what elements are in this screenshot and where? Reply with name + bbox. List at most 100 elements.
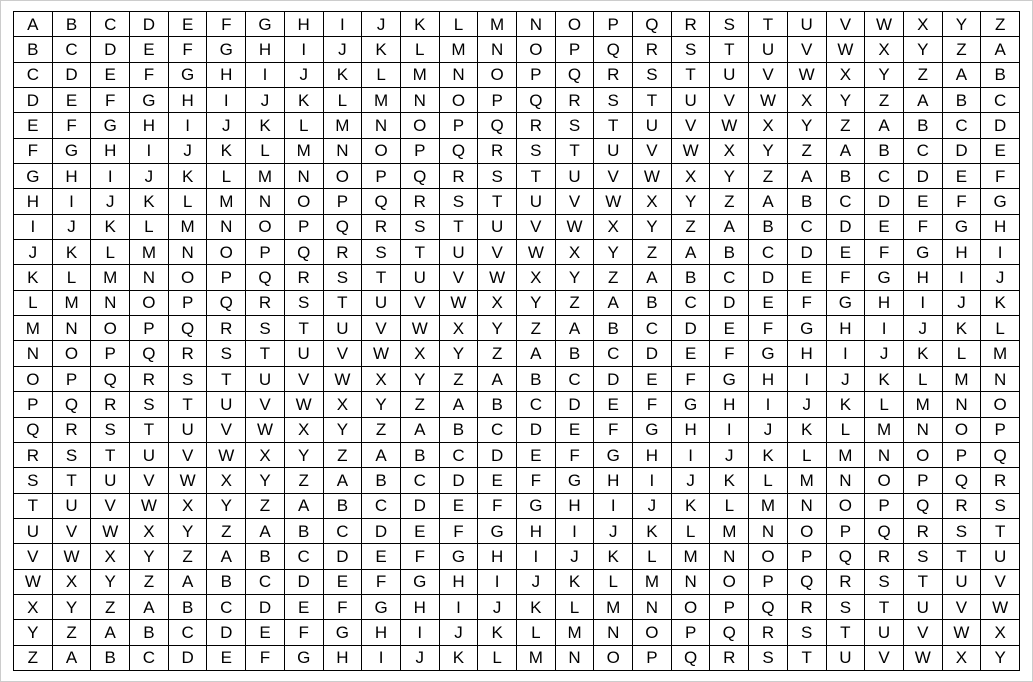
grid-cell: P (207, 265, 246, 290)
grid-cell: O (865, 468, 904, 493)
grid-cell: U (130, 443, 169, 468)
grid-cell: U (981, 544, 1020, 569)
grid-cell: U (285, 341, 324, 366)
grid-cell: C (91, 12, 130, 37)
grid-cell: L (169, 189, 208, 214)
grid-cell: S (169, 367, 208, 392)
grid-cell: A (749, 189, 788, 214)
grid-cell: Z (556, 291, 595, 316)
grid-cell: K (324, 63, 363, 88)
grid-cell: M (478, 12, 517, 37)
grid-cell: X (517, 265, 556, 290)
grid-cell: M (324, 113, 363, 138)
grid-cell: G (904, 240, 943, 265)
grid-cell: D (324, 544, 363, 569)
grid-cell: H (440, 570, 479, 595)
grid-cell: W (788, 63, 827, 88)
grid-cell: C (556, 367, 595, 392)
grid-cell: U (440, 240, 479, 265)
grid-cell: Z (130, 570, 169, 595)
grid-cell: V (285, 367, 324, 392)
grid-cell: D (14, 88, 53, 113)
grid-cell: S (633, 63, 672, 88)
grid-cell: O (788, 519, 827, 544)
grid-cell: P (53, 367, 92, 392)
grid-cell: R (633, 37, 672, 62)
grid-cell: E (943, 164, 982, 189)
grid-cell: Y (14, 620, 53, 645)
grid-cell: G (246, 12, 285, 37)
grid-cell: K (981, 291, 1020, 316)
grid-cell: V (710, 88, 749, 113)
grid-cell: C (517, 392, 556, 417)
grid-cell: P (788, 544, 827, 569)
grid-cell: B (130, 620, 169, 645)
grid-cell: P (517, 63, 556, 88)
grid-cell: E (633, 367, 672, 392)
grid-cell: J (594, 519, 633, 544)
grid-cell: T (594, 113, 633, 138)
grid-cell: X (440, 316, 479, 341)
grid-cell: T (749, 12, 788, 37)
grid-cell: W (401, 316, 440, 341)
grid-cell: J (130, 164, 169, 189)
grid-cell: A (324, 468, 363, 493)
grid-cell: Y (324, 418, 363, 443)
grid-cell: H (246, 37, 285, 62)
grid-cell: J (478, 595, 517, 620)
grid-cell: O (324, 164, 363, 189)
grid-cell: K (865, 367, 904, 392)
grid-cell: W (672, 139, 711, 164)
grid-cell: S (672, 37, 711, 62)
grid-cell: S (246, 316, 285, 341)
grid-cell: J (207, 113, 246, 138)
grid-cell: O (440, 88, 479, 113)
grid-cell: T (710, 37, 749, 62)
grid-cell: H (594, 468, 633, 493)
grid-cell: C (285, 544, 324, 569)
grid-cell: A (53, 646, 92, 671)
grid-cell: L (14, 291, 53, 316)
grid-cell: A (517, 341, 556, 366)
grid-cell: D (594, 367, 633, 392)
grid-cell: Y (672, 189, 711, 214)
grid-cell: G (943, 215, 982, 240)
grid-cell: W (827, 37, 866, 62)
grid-cell: R (478, 139, 517, 164)
grid-cell: K (91, 215, 130, 240)
grid-cell: E (91, 63, 130, 88)
grid-cell: P (14, 392, 53, 417)
grid-cell: H (14, 189, 53, 214)
grid-cell: Y (207, 494, 246, 519)
grid-cell: L (324, 88, 363, 113)
grid-cell: W (478, 265, 517, 290)
grid-cell: G (401, 570, 440, 595)
grid-cell: F (362, 570, 401, 595)
grid-cell: M (169, 215, 208, 240)
grid-cell: E (130, 37, 169, 62)
grid-cell: U (517, 189, 556, 214)
grid-cell: G (14, 164, 53, 189)
grid-cell: P (246, 240, 285, 265)
grid-cell: A (710, 215, 749, 240)
grid-cell: Y (246, 468, 285, 493)
grid-cell: F (865, 240, 904, 265)
grid-cell: Y (710, 164, 749, 189)
grid-cell: C (904, 139, 943, 164)
grid-cell: U (788, 12, 827, 37)
grid-cell: A (981, 37, 1020, 62)
grid-cell: Y (478, 316, 517, 341)
grid-cell: Z (14, 646, 53, 671)
grid-cell: N (788, 494, 827, 519)
grid-cell: Y (169, 519, 208, 544)
grid-cell: A (556, 316, 595, 341)
grid-cell: F (285, 620, 324, 645)
grid-cell: L (91, 240, 130, 265)
grid-cell: D (517, 418, 556, 443)
grid-cell: E (904, 189, 943, 214)
grid-cell: J (91, 189, 130, 214)
grid-cell: P (324, 189, 363, 214)
grid-cell: V (362, 316, 401, 341)
grid-cell: Y (91, 570, 130, 595)
grid-cell: B (788, 189, 827, 214)
